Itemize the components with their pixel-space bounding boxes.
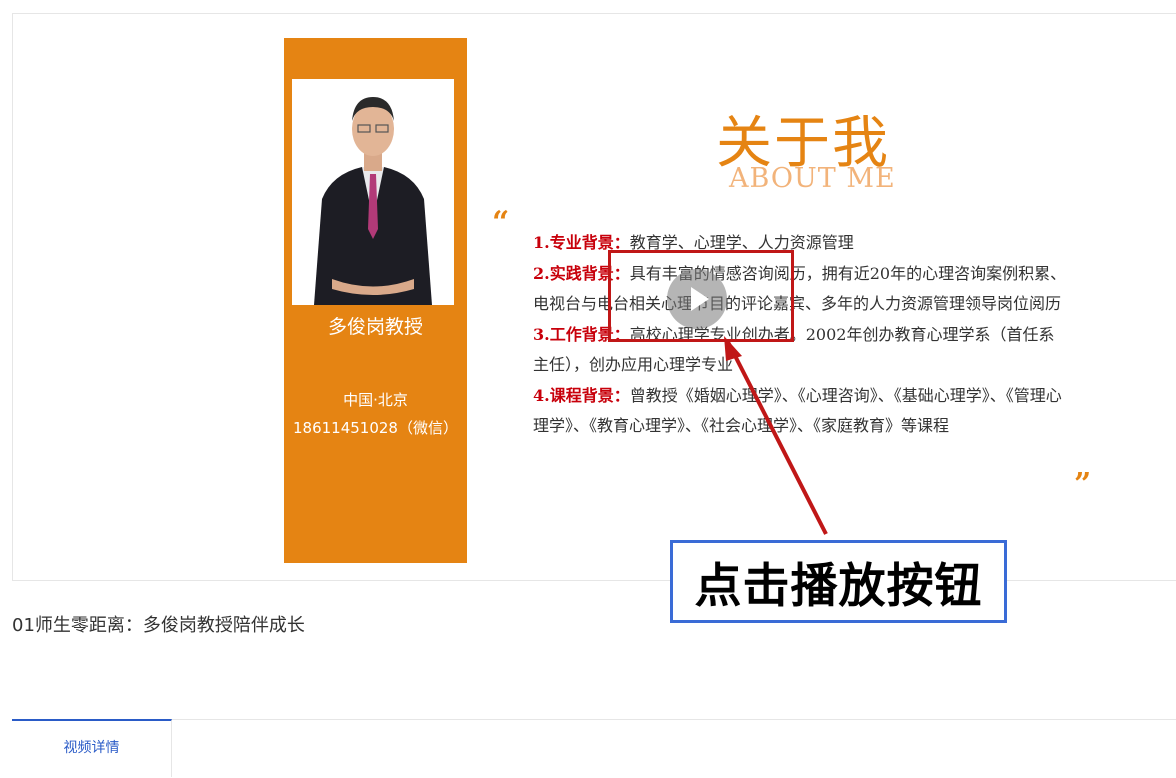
phone-text: 18611451028（微信） <box>293 419 458 437</box>
close-quote-mark: ” <box>1074 467 1092 502</box>
location-text: 中国·北京 <box>343 391 408 409</box>
profile-photo <box>292 79 454 305</box>
tab-bar: 视频详情 <box>12 719 1176 778</box>
professor-name: 多俊岗教授 <box>327 316 423 338</box>
bio-item-label: 4.课程背景： <box>533 385 630 405</box>
tab-video-details[interactable]: 视频详情 <box>12 719 172 777</box>
about-subtitle: ABOUT ME <box>729 163 896 194</box>
profile-card: 多俊岗教授 中国·北京 18611451028（微信） <box>284 38 467 563</box>
annotation-callout: 点击播放按钮 <box>670 540 1007 623</box>
professor-portrait-image <box>292 79 454 305</box>
play-button-highlight-box <box>608 250 794 342</box>
open-quote-mark: “ <box>492 205 510 240</box>
bio-item: 4.课程背景：曾教授《婚姻心理学》、《心理咨询》、《基础心理学》、《管理心理学》… <box>533 381 1068 442</box>
video-title: 01师生零距离：多俊岗教授陪伴成长 <box>12 615 305 636</box>
